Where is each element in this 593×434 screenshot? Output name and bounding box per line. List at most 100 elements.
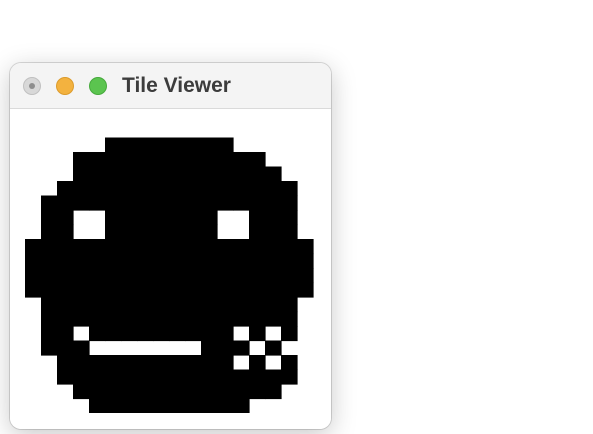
tile-pixel (185, 268, 202, 284)
tile-pixel (169, 166, 186, 182)
tile-pixel (217, 297, 234, 313)
tile-pixel (169, 398, 186, 413)
tile-pixel (233, 152, 250, 168)
tile-pixel (249, 210, 266, 226)
tile-viewer-window: Tile Viewer (10, 63, 331, 429)
tile-pixel (105, 355, 122, 371)
tile-pixel (121, 210, 138, 226)
tile-pixel (89, 166, 106, 182)
close-icon (29, 83, 35, 89)
tile-pixel (137, 369, 154, 385)
tile-pixel (137, 355, 154, 371)
tile-pixel (217, 253, 234, 269)
tile-pixel (73, 282, 90, 298)
tile-pixel (121, 311, 138, 327)
tile-pixel (265, 369, 282, 385)
tile-pixel (281, 297, 298, 313)
tile-pixel (233, 166, 250, 182)
tile-pixel (169, 181, 186, 197)
tile-pixel (137, 181, 154, 197)
tile-pixel (233, 311, 250, 327)
tile-pixel (153, 239, 170, 255)
tile-pixel (41, 210, 58, 226)
tile-pixel (153, 224, 170, 240)
close-window-button[interactable] (23, 77, 41, 95)
tile-pixel (121, 398, 138, 413)
tile-pixel (137, 282, 154, 298)
window-titlebar[interactable]: Tile Viewer (10, 63, 331, 109)
tile-pixel (297, 268, 314, 284)
tile-pixel (57, 369, 74, 385)
tile-pixel (153, 181, 170, 197)
tile-pixel (185, 195, 202, 211)
tile-pixel (57, 326, 74, 342)
tile-pixel (281, 210, 298, 226)
tile-pixel (153, 195, 170, 211)
tile-pixel (201, 239, 218, 255)
tile-pixel (105, 152, 122, 168)
tile-pixel (89, 181, 106, 197)
tile-pixel (105, 210, 122, 226)
tile-pixel (57, 239, 74, 255)
tile-pixel (89, 355, 106, 371)
tile-pixel (185, 239, 202, 255)
tile-pixel (265, 282, 282, 298)
tile-pixel (217, 398, 234, 413)
tile-pixel (153, 152, 170, 168)
tile-pixel (89, 152, 106, 168)
tile-pixel (185, 137, 202, 153)
tile-pixel (121, 224, 138, 240)
tile-pixel (89, 311, 106, 327)
tile-pixel (73, 384, 90, 400)
tile-pixel (121, 181, 138, 197)
tile-pixel (169, 326, 186, 342)
tile-pixel (281, 253, 298, 269)
tile-pixel (153, 355, 170, 371)
tile-pixel (89, 384, 106, 400)
tile-pixel (233, 253, 250, 269)
tile-pixel (249, 268, 266, 284)
window-title: Tile Viewer (122, 74, 231, 97)
tile-pixel (249, 326, 266, 342)
tile-pixel (233, 340, 250, 356)
tile-pixel (265, 340, 282, 356)
tile-pixel (185, 384, 202, 400)
tile-pixel (169, 239, 186, 255)
tile-pixel (121, 166, 138, 182)
tile-pixel (105, 326, 122, 342)
tile-pixel (73, 152, 90, 168)
tile-pixel (265, 311, 282, 327)
tile-pixel (41, 195, 58, 211)
zoom-window-button[interactable] (89, 77, 107, 95)
tile-pixel (249, 282, 266, 298)
tile-pixel (233, 181, 250, 197)
tile-pixel (185, 282, 202, 298)
tile-pixel (281, 355, 298, 371)
tile-pixel (169, 195, 186, 211)
minimize-window-button[interactable] (56, 77, 74, 95)
tile-pixel (201, 384, 218, 400)
tile-pixel (73, 239, 90, 255)
tile-pixel (201, 137, 218, 153)
tile-pixel (121, 239, 138, 255)
tile-pixel (121, 253, 138, 269)
smiley-tile (25, 123, 315, 413)
tile-pixel (217, 166, 234, 182)
tile-pixel (169, 282, 186, 298)
tile-pixel (121, 326, 138, 342)
tile-pixel (169, 369, 186, 385)
tile-pixel (137, 268, 154, 284)
tile-pixel (57, 210, 74, 226)
tile-pixel (105, 398, 122, 413)
tile-pixel (265, 210, 282, 226)
tile-pixel (105, 181, 122, 197)
tile-pixel (233, 398, 250, 413)
tile-pixel (73, 311, 90, 327)
tile-pixel (89, 268, 106, 284)
tile-pixel (41, 253, 58, 269)
tile-pixel (25, 268, 42, 284)
tile-pixel (41, 311, 58, 327)
tile-pixel (121, 195, 138, 211)
tile-pixel (41, 297, 58, 313)
tile-pixel (233, 239, 250, 255)
